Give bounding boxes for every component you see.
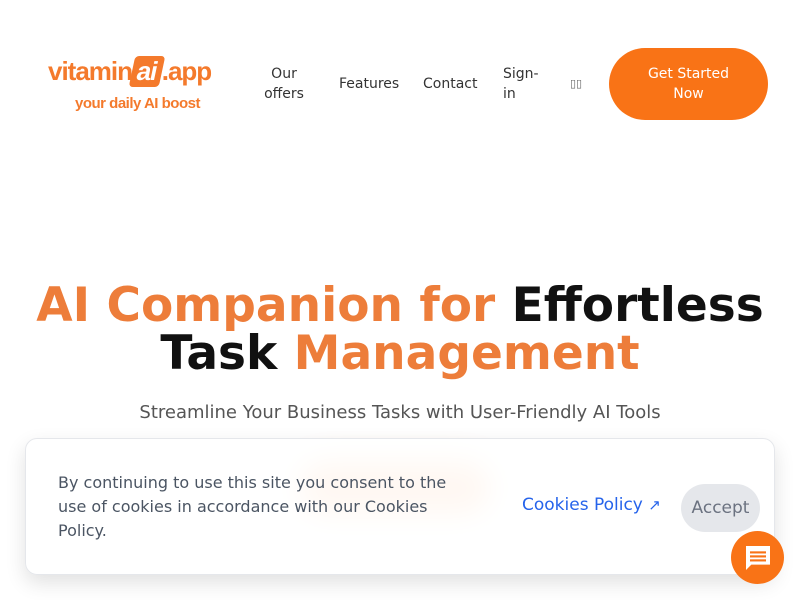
external-arrow-icon: ↗	[648, 496, 661, 514]
nav-sign-in[interactable]: Sign-in	[503, 64, 543, 104]
nav-features[interactable]: Features	[339, 74, 399, 94]
logo-tagline: your daily AI boost	[75, 95, 200, 112]
nav-our-offers[interactable]: Our offers	[262, 64, 306, 104]
chat-icon	[745, 545, 770, 570]
logo-wordmark: vitaminai.app	[48, 56, 212, 87]
cookies-policy-link[interactable]: Cookies Policy ↗	[522, 495, 661, 515]
cookie-banner: By continuing to use this site you conse…	[25, 438, 775, 575]
hero-title: AI Companion for Effortless Task Manageme…	[36, 278, 764, 381]
chat-button[interactable]	[731, 531, 784, 584]
logo[interactable]: vitaminai.app your daily AI boost	[48, 54, 230, 118]
nav-contact[interactable]: Contact	[423, 74, 477, 94]
cookie-text: By continuing to use this site you conse…	[58, 473, 447, 540]
hero-subtitle: Streamline Your Business Tasks with User…	[139, 402, 661, 423]
get-started-button[interactable]: Get Started Now	[609, 48, 768, 120]
accept-button[interactable]: Accept	[681, 484, 760, 532]
language-flag-icon[interactable]: ▯▯	[570, 74, 582, 94]
